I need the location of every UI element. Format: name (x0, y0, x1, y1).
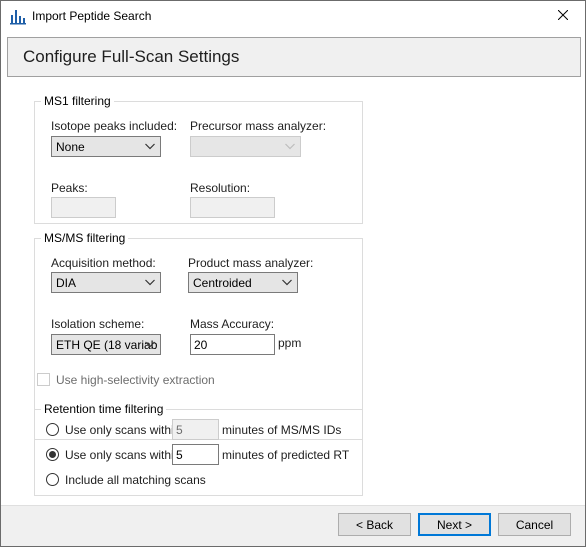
product-mass-analyzer-label: Product mass analyzer: (188, 256, 314, 270)
next-button[interactable]: Next > (418, 513, 491, 536)
cancel-button[interactable]: Cancel (498, 513, 571, 536)
mass-accuracy-unit: ppm (278, 336, 302, 350)
title-bar: Import Peptide Search (1, 1, 585, 31)
product-mass-analyzer-dropdown[interactable]: Centroided (188, 272, 298, 293)
high-selectivity-label: Use high-selectivity extraction (56, 373, 215, 387)
settings-panel: MS1 filtering Isotope peaks included: No… (1, 81, 585, 505)
rt-msms-ids-minutes-input[interactable]: 5 (172, 419, 219, 440)
chevron-down-icon (145, 341, 155, 348)
rt-msms-ids-minutes-value: 5 (176, 423, 183, 437)
include-all-scans-radio[interactable] (46, 473, 59, 486)
page-title: Configure Full-Scan Settings (23, 47, 240, 66)
radio-selected-dot (49, 451, 56, 458)
acquisition-method-value: DIA (56, 276, 77, 290)
window-title: Import Peptide Search (32, 9, 152, 23)
peaks-input[interactable] (51, 197, 116, 218)
precursor-mass-analyzer-label: Precursor mass analyzer: (190, 119, 327, 133)
isotope-peaks-value: None (56, 140, 85, 154)
back-button[interactable]: < Back (338, 513, 411, 536)
rt-msms-ids-suffix: minutes of MS/MS IDs (222, 423, 342, 437)
rt-within-predicted-radio[interactable] (46, 448, 59, 461)
peaks-label: Peaks: (51, 181, 88, 195)
product-mass-analyzer-value: Centroided (193, 276, 252, 290)
page-header: Configure Full-Scan Settings (7, 37, 581, 77)
precursor-mass-analyzer-dropdown[interactable] (190, 136, 301, 157)
isolation-scheme-value: ETH QE (18 variab (56, 338, 158, 352)
close-icon (557, 9, 569, 23)
mass-accuracy-value: 20 (194, 338, 208, 352)
chevron-down-icon (285, 143, 295, 150)
rt-predicted-minutes-value: 5 (176, 448, 183, 462)
skyline-icon (9, 7, 27, 25)
rt-predicted-minutes-input[interactable]: 5 (172, 444, 219, 465)
rt-predicted-suffix: minutes of predicted RT (222, 448, 350, 462)
rt-within-msms-ids-label: Use only scans within (65, 423, 181, 437)
import-peptide-search-dialog: Import Peptide Search Configure Full-Sca… (0, 0, 586, 547)
resolution-input[interactable] (190, 197, 275, 218)
high-selectivity-checkbox[interactable] (37, 373, 50, 386)
isotope-peaks-label: Isotope peaks included: (51, 119, 178, 133)
isolation-scheme-dropdown[interactable]: ETH QE (18 variab (51, 334, 161, 355)
rt-within-msms-ids-radio[interactable] (46, 423, 59, 436)
include-all-scans-label: Include all matching scans (65, 473, 206, 487)
resolution-label: Resolution: (190, 181, 251, 195)
retention-time-legend: Retention time filtering (41, 402, 167, 416)
chevron-down-icon (282, 279, 292, 286)
chevron-down-icon (145, 279, 155, 286)
mass-accuracy-label: Mass Accuracy: (190, 317, 275, 331)
isolation-scheme-label: Isolation scheme: (51, 317, 145, 331)
rt-within-predicted-label: Use only scans within (65, 448, 181, 462)
mass-accuracy-input[interactable]: 20 (190, 334, 275, 355)
acquisition-method-dropdown[interactable]: DIA (51, 272, 161, 293)
msms-filtering-legend: MS/MS filtering (41, 231, 129, 245)
isotope-peaks-dropdown[interactable]: None (51, 136, 161, 157)
wizard-footer: < Back Next > Cancel (1, 505, 585, 546)
ms1-filtering-legend: MS1 filtering (41, 94, 114, 108)
acquisition-method-label: Acquisition method: (51, 256, 156, 270)
close-button[interactable] (541, 1, 585, 31)
chevron-down-icon (145, 143, 155, 150)
